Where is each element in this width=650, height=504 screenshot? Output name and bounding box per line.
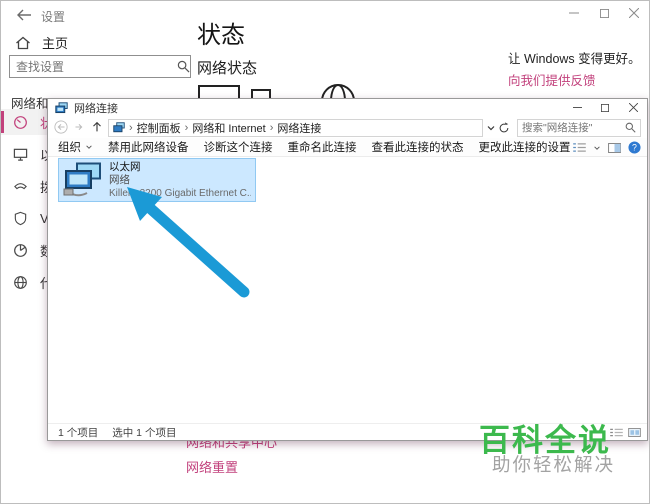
change-connection-settings-button[interactable]: 更改此连接的设置 xyxy=(479,139,571,155)
search-icon[interactable] xyxy=(177,60,190,73)
explorer-file-area[interactable]: 以太网 网络 Killer e2200 Gigabit Ethernet C..… xyxy=(48,157,647,423)
explorer-address-bar: › 控制面板 › 网络和 Internet › 网络连接 xyxy=(48,117,647,138)
rename-connection-button[interactable]: 重命名此连接 xyxy=(288,139,357,155)
sidebar-home-label: 主页 xyxy=(42,36,69,51)
vpn-shield-icon xyxy=(13,211,28,226)
connection-name: 以太网 xyxy=(109,161,141,173)
explorer-titlebar[interactable]: 网络连接 xyxy=(48,99,647,117)
monitor-icon xyxy=(13,147,28,162)
settings-window-title: 设置 xyxy=(41,10,66,24)
network-status-heading: 网络状态 xyxy=(197,60,258,77)
address-dropdown-icon[interactable] xyxy=(486,123,496,133)
nav-up-icon[interactable] xyxy=(90,120,105,135)
ethernet-adapter-icon xyxy=(63,162,103,200)
settings-maximize-button[interactable] xyxy=(589,1,619,25)
view-mode-dropdown-icon[interactable] xyxy=(593,144,601,152)
breadcrumb-separator: › xyxy=(129,121,133,134)
settings-search-box[interactable] xyxy=(9,55,191,78)
network-connections-window: 网络连接 › 控制面板 › 网络和 Internet › 网络连接 搜索"网络连… xyxy=(47,98,648,441)
breadcrumb-separator: › xyxy=(269,121,274,134)
settings-search-input[interactable] xyxy=(10,59,177,74)
feedback-link[interactable]: 向我们提供反馈 xyxy=(508,70,596,89)
home-icon xyxy=(15,35,31,51)
network-connections-app-icon xyxy=(55,101,68,115)
connection-network: 网络 xyxy=(109,174,130,186)
settings-close-button[interactable] xyxy=(619,1,649,25)
selected-indicator xyxy=(1,111,4,133)
back-icon[interactable] xyxy=(15,6,33,24)
status-gauge-icon xyxy=(13,115,28,130)
network-reset-link[interactable]: 网络重置 xyxy=(186,457,238,476)
ethernet-connection-item[interactable]: 以太网 网络 Killer e2200 Gigabit Ethernet C..… xyxy=(58,158,256,202)
nav-forward-icon[interactable] xyxy=(72,120,87,135)
explorer-close-button[interactable] xyxy=(619,99,647,116)
explorer-maximize-button[interactable] xyxy=(591,99,619,116)
settings-titlebar: 设置 xyxy=(1,1,649,29)
breadcrumb[interactable]: › 控制面板 › 网络和 Internet › 网络连接 xyxy=(108,118,483,137)
breadcrumb-network-internet[interactable]: 网络和 Internet xyxy=(192,120,265,136)
sidebar-item-home[interactable]: 主页 xyxy=(15,33,68,52)
phone-icon xyxy=(13,179,28,194)
selected-count: 选中 1 个项目 xyxy=(112,426,177,439)
breadcrumb-page-icon xyxy=(113,121,125,134)
settings-minimize-button[interactable] xyxy=(559,1,589,25)
refresh-icon[interactable] xyxy=(498,121,510,134)
watermark-subtitle: 助你轻松解决 xyxy=(492,454,616,475)
explorer-minimize-button[interactable] xyxy=(563,99,591,116)
screenshot-root: 设置 主页 网络和 Internet 状态 xyxy=(0,0,650,504)
view-connection-status-button[interactable]: 查看此连接的状态 xyxy=(372,139,464,155)
item-count: 1 个项目 xyxy=(58,426,99,439)
explorer-search-input[interactable] xyxy=(518,121,625,134)
help-icon[interactable]: ? xyxy=(628,141,641,154)
preview-pane-icon[interactable] xyxy=(608,142,621,153)
explorer-window-title: 网络连接 xyxy=(74,103,118,115)
diagnose-connection-button[interactable]: 诊断这个连接 xyxy=(204,139,273,155)
view-mode-icon[interactable] xyxy=(573,143,586,152)
globe-icon xyxy=(13,275,28,290)
promo-text: 让 Windows 变得更好。 xyxy=(508,52,641,66)
large-icons-view-toggle-icon[interactable] xyxy=(628,427,641,437)
page-title: 状态 xyxy=(197,22,245,49)
explorer-statusbar: 1 个项目 选中 1 个项目 xyxy=(48,423,647,440)
disable-device-button[interactable]: 禁用此网络设备 xyxy=(108,139,189,155)
pie-chart-icon xyxy=(13,243,28,258)
explorer-search-box[interactable] xyxy=(517,118,641,137)
connection-adapter: Killer e2200 Gigabit Ethernet C... xyxy=(109,188,251,199)
nav-back-icon[interactable] xyxy=(54,120,69,135)
details-view-toggle-icon[interactable] xyxy=(610,428,623,437)
search-icon[interactable] xyxy=(625,122,636,133)
breadcrumb-network-connections[interactable]: 网络连接 xyxy=(277,120,321,136)
svg-text:?: ? xyxy=(632,143,637,153)
organize-button[interactable]: 组织 xyxy=(58,139,93,155)
explorer-command-bar: 组织 禁用此网络设备 诊断这个连接 重命名此连接 查看此连接的状态 更改此连接的… xyxy=(48,138,647,157)
breadcrumb-separator: › xyxy=(184,121,189,134)
breadcrumb-control-panel[interactable]: 控制面板 xyxy=(137,120,181,136)
